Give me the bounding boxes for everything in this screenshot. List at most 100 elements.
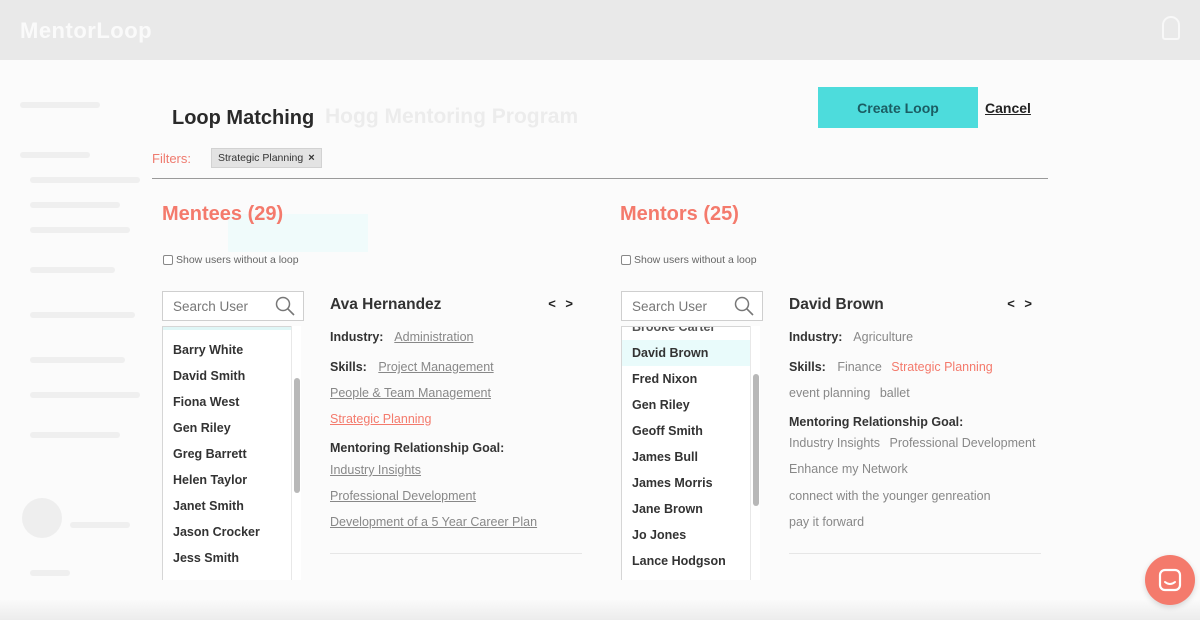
goal-value: Enhance my Network: [789, 462, 908, 476]
mentor-name: David Brown: [789, 296, 884, 313]
industry-row: Industry: Administration: [330, 330, 473, 344]
checkbox[interactable]: [621, 255, 631, 265]
goal-link[interactable]: Professional Development: [330, 489, 476, 503]
list-item[interactable]: James Bull: [622, 444, 750, 470]
industry-link[interactable]: Administration: [394, 330, 473, 344]
mentees-show-without-loop[interactable]: Show users without a loop: [163, 254, 299, 266]
goal-label-row: Mentoring Relationship Goal:: [789, 415, 971, 429]
checkbox-label: Show users without a loop: [176, 254, 299, 266]
goal-row: connect with the younger genreation: [789, 489, 997, 503]
mentee-scrollbar[interactable]: [291, 326, 301, 580]
skill-value: Finance: [837, 360, 882, 374]
skill-row: event planning ballet: [789, 386, 916, 400]
filter-chip: Strategic Planning ×: [211, 148, 322, 168]
goal-value: connect with the younger genreation: [789, 489, 991, 503]
mentors-title: Mentors (25): [620, 203, 739, 225]
list-item[interactable]: Barry White: [163, 337, 291, 363]
filters-label: Filters:: [152, 151, 191, 166]
checkbox-label: Show users without a loop: [634, 254, 757, 266]
goal-row: Industry Insights: [330, 463, 421, 477]
mentee-search: [162, 291, 304, 321]
mentee-search-input[interactable]: [163, 292, 271, 320]
mentor-list[interactable]: Brooke Carter David Brown Fred Nixon Gen…: [621, 326, 751, 580]
list-item[interactable]: David Smith: [163, 363, 291, 389]
goal-link[interactable]: Industry Insights: [330, 463, 421, 477]
list-item[interactable]: James Morris: [622, 470, 750, 496]
list-item[interactable]: Greg Barrett: [163, 441, 291, 467]
list-item[interactable]: Fiona West: [163, 389, 291, 415]
app-logo[interactable]: MentorLoop: [20, 18, 152, 44]
bell-icon[interactable]: [1162, 16, 1180, 40]
list-item[interactable]: Gen Riley: [163, 415, 291, 441]
divider: [789, 553, 1041, 554]
scrollbar-thumb[interactable]: [753, 374, 759, 506]
goal-row: Industry Insights Professional Developme…: [789, 436, 1041, 450]
list-item[interactable]: Jason Crocker: [163, 519, 291, 545]
skill-value-highlighted: Strategic Planning: [891, 360, 993, 374]
list-item[interactable]: Jane Brown: [622, 496, 750, 522]
divider: [152, 178, 1048, 179]
filter-chip-label: Strategic Planning: [218, 152, 304, 164]
mentor-nav-arrows[interactable]: < >: [1007, 296, 1035, 311]
mentor-search-input[interactable]: [622, 292, 730, 320]
goal-row: Enhance my Network: [789, 462, 914, 476]
mentee-detail: Ava Hernandez < > Industry: Administrati…: [330, 296, 582, 554]
industry-row: Industry: Agriculture: [789, 330, 919, 344]
list-item[interactable]: Geoff Smith: [622, 418, 750, 444]
mentor-detail: David Brown < > Industry: Agriculture Sk…: [789, 296, 1041, 554]
create-loop-button[interactable]: Create Loop: [818, 87, 978, 128]
goal-link[interactable]: Development of a 5 Year Career Plan: [330, 515, 537, 529]
checkbox[interactable]: [163, 255, 173, 265]
page-title: Loop Matching: [172, 107, 315, 129]
skills-row: Skills: Project Management: [330, 360, 494, 374]
skill-value: event planning: [789, 386, 871, 400]
skill-row: People & Team Management: [330, 386, 491, 400]
skills-row: Skills: Finance Strategic Planning: [789, 360, 999, 374]
list-item[interactable]: Gen Riley: [622, 392, 750, 418]
goal-row: Professional Development: [330, 489, 476, 503]
list-item[interactable]: Jess Smith: [163, 545, 291, 571]
close-icon[interactable]: ×: [308, 149, 314, 167]
mentees-title: Mentees (29): [162, 203, 284, 225]
goal-label: Mentoring Relationship Goal:: [330, 441, 505, 455]
list-item[interactable]: Jo Jones: [622, 522, 750, 548]
list-item[interactable]: Fred Nixon: [622, 366, 750, 392]
divider: [330, 553, 582, 554]
list-item[interactable]: Helen Taylor: [163, 467, 291, 493]
list-item[interactable]: Lance Hodgson: [622, 548, 750, 574]
search-icon[interactable]: [275, 296, 295, 316]
goal-row: pay it forward: [789, 515, 870, 529]
goal-row: Development of a 5 Year Career Plan: [330, 515, 537, 529]
industry-label: Industry:: [330, 330, 384, 344]
chat-launcher-button[interactable]: [1145, 555, 1195, 605]
mentee-nav-arrows[interactable]: < >: [548, 296, 576, 311]
app-header: MentorLoop: [0, 0, 1200, 60]
list-item[interactable]: Brooke Carter: [622, 327, 750, 340]
mentor-search: [621, 291, 763, 321]
industry-label: Industry:: [789, 330, 843, 344]
skill-value: ballet: [879, 386, 910, 400]
scrollbar-thumb[interactable]: [294, 378, 300, 493]
goal-value: Professional Development: [889, 436, 1036, 450]
cancel-link[interactable]: Cancel: [985, 100, 1031, 116]
skill-row: Strategic Planning: [330, 412, 431, 426]
industry-value: Agriculture: [853, 330, 914, 344]
bottom-shade: [0, 600, 1200, 620]
mentee-list[interactable]: Barry White David Smith Fiona West Gen R…: [162, 326, 292, 580]
search-icon[interactable]: [734, 296, 754, 316]
skill-link-highlighted[interactable]: Strategic Planning: [330, 412, 431, 426]
mentor-scrollbar[interactable]: [750, 326, 760, 580]
skill-link[interactable]: Project Management: [378, 360, 493, 374]
skill-link[interactable]: People & Team Management: [330, 386, 491, 400]
list-item[interactable]: Janet Smith: [163, 493, 291, 519]
mentors-show-without-loop[interactable]: Show users without a loop: [621, 254, 757, 266]
skills-label: Skills:: [330, 360, 367, 374]
list-item-selected[interactable]: David Brown: [622, 340, 750, 366]
goal-value: Industry Insights: [789, 436, 881, 450]
avatar: [22, 498, 62, 538]
goal-value: pay it forward: [789, 515, 865, 529]
goal-label-row: Mentoring Relationship Goal:: [330, 441, 512, 455]
loop-matching-modal: Loop Matching Create Loop Cancel Filters…: [152, 60, 1048, 580]
mentee-name: Ava Hernandez: [330, 296, 442, 313]
chat-icon: [1158, 568, 1182, 592]
